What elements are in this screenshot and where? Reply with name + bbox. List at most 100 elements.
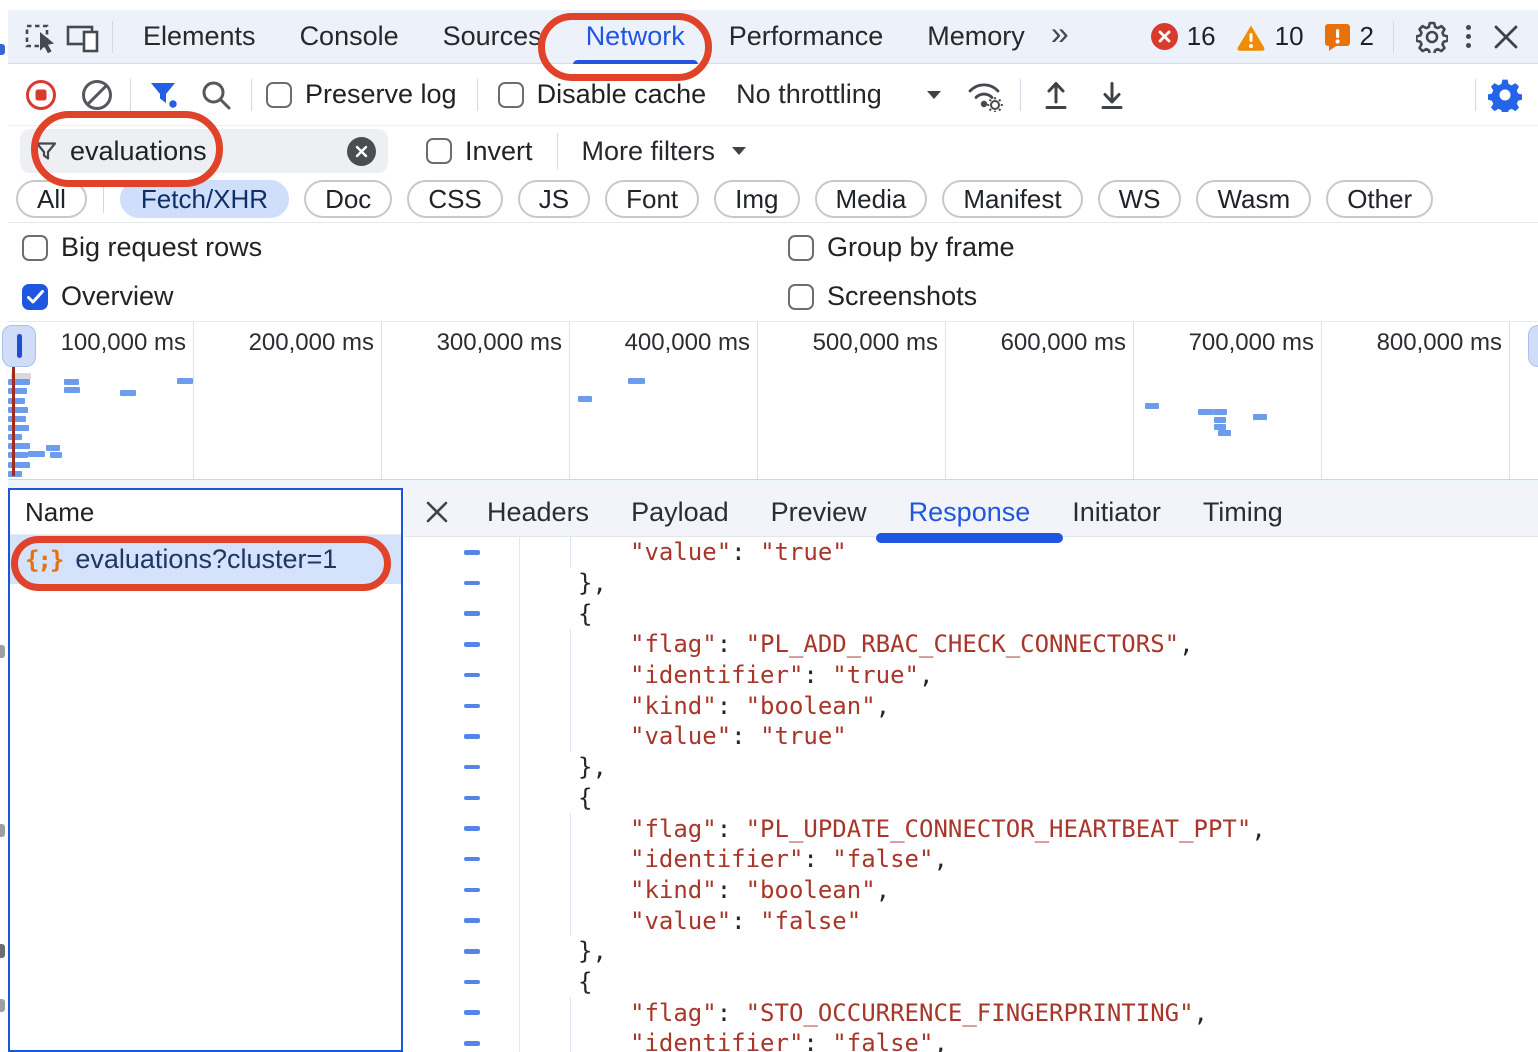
clear-filter-icon[interactable] bbox=[347, 137, 376, 166]
fold-marker-icon[interactable] bbox=[464, 734, 480, 739]
filter-chip-js[interactable]: JS bbox=[518, 180, 590, 218]
disable-cache-checkbox[interactable] bbox=[498, 82, 524, 108]
settings-gear-icon[interactable] bbox=[1413, 15, 1451, 59]
fold-marker-icon[interactable] bbox=[464, 765, 480, 770]
code-gutter[interactable] bbox=[404, 905, 520, 936]
code-gutter[interactable] bbox=[404, 752, 520, 783]
fold-marker-icon[interactable] bbox=[464, 980, 480, 985]
code-gutter[interactable] bbox=[404, 629, 520, 660]
detail-tab-timing[interactable]: Timing bbox=[1182, 488, 1304, 537]
fold-marker-icon[interactable] bbox=[464, 642, 480, 647]
detail-tab-initiator[interactable]: Initiator bbox=[1051, 488, 1182, 537]
fold-marker-icon[interactable] bbox=[464, 1010, 480, 1015]
invert-filter-checkbox[interactable] bbox=[426, 138, 452, 164]
fold-marker-icon[interactable] bbox=[464, 949, 480, 954]
overview-left-resize-handle[interactable] bbox=[2, 325, 36, 367]
network-conditions-icon[interactable] bbox=[964, 73, 1006, 117]
code-gutter[interactable] bbox=[404, 537, 520, 568]
preserve-log-checkbox[interactable] bbox=[266, 82, 292, 108]
record-network-log-icon[interactable] bbox=[20, 73, 62, 117]
filter-chip-all[interactable]: All bbox=[16, 180, 87, 218]
tab-memory[interactable]: Memory bbox=[905, 10, 1047, 64]
chevron-down-icon[interactable] bbox=[731, 146, 747, 156]
overview-right-resize-handle[interactable] bbox=[1528, 325, 1538, 367]
response-code-viewer[interactable]: "value": "true"},{"flag": "PL_ADD_RBAC_C… bbox=[404, 537, 1538, 1052]
filter-chip-css[interactable]: CSS bbox=[407, 180, 502, 218]
filter-chip-font[interactable]: Font bbox=[605, 180, 699, 218]
fold-marker-icon[interactable] bbox=[464, 888, 480, 893]
fold-marker-icon[interactable] bbox=[464, 550, 480, 555]
option-checkbox[interactable] bbox=[22, 235, 48, 261]
fold-marker-icon[interactable] bbox=[464, 1041, 480, 1046]
overview-request-bar bbox=[64, 379, 79, 385]
fold-marker-icon[interactable] bbox=[464, 581, 480, 586]
filter-chip-manifest[interactable]: Manifest bbox=[942, 180, 1082, 218]
code-gutter[interactable] bbox=[404, 967, 520, 998]
code-gutter[interactable] bbox=[404, 1028, 520, 1052]
option-checkbox[interactable] bbox=[788, 235, 814, 261]
code-gutter[interactable] bbox=[404, 813, 520, 844]
code-gutter[interactable] bbox=[404, 568, 520, 599]
issues-badge-icon[interactable] bbox=[1324, 23, 1351, 50]
tab-elements[interactable]: Elements bbox=[121, 10, 278, 64]
code-gutter[interactable] bbox=[404, 875, 520, 906]
code-gutter[interactable] bbox=[404, 844, 520, 875]
filter-input[interactable] bbox=[68, 135, 347, 168]
tab-console[interactable]: Console bbox=[278, 10, 421, 64]
network-settings-gear-icon[interactable] bbox=[1484, 73, 1526, 117]
detail-tab-headers[interactable]: Headers bbox=[466, 488, 610, 537]
tab-performance[interactable]: Performance bbox=[707, 10, 906, 64]
detail-tab-payload[interactable]: Payload bbox=[610, 488, 750, 537]
clear-network-log-icon[interactable] bbox=[76, 73, 118, 117]
more-filters-button[interactable]: More filters bbox=[582, 136, 716, 167]
filter-chip-media[interactable]: Media bbox=[815, 180, 928, 218]
name-column-header[interactable]: Name bbox=[10, 490, 401, 535]
tab-network[interactable]: Network bbox=[564, 10, 707, 64]
filter-funnel-icon[interactable] bbox=[143, 73, 185, 117]
filter-chip-doc[interactable]: Doc bbox=[304, 180, 392, 218]
kebab-menu-icon[interactable] bbox=[1460, 25, 1477, 48]
filter-input-container[interactable] bbox=[20, 129, 388, 173]
detail-tab-response[interactable]: Response bbox=[888, 488, 1052, 537]
fold-marker-icon[interactable] bbox=[464, 857, 480, 862]
filter-chip-wasm[interactable]: Wasm bbox=[1196, 180, 1311, 218]
filter-chip-ws[interactable]: WS bbox=[1098, 180, 1182, 218]
chip-label: All bbox=[37, 184, 66, 215]
page-edge-fragment bbox=[0, 944, 5, 958]
warning-badge-icon[interactable] bbox=[1236, 23, 1266, 51]
fold-marker-icon[interactable] bbox=[464, 704, 480, 709]
network-overview-timeline[interactable]: 100,000 ms200,000 ms300,000 ms400,000 ms… bbox=[8, 322, 1538, 479]
search-icon[interactable] bbox=[195, 73, 237, 117]
code-gutter[interactable] bbox=[404, 783, 520, 814]
code-gutter[interactable] bbox=[404, 598, 520, 629]
tab-sources[interactable]: Sources bbox=[421, 10, 564, 64]
throttling-select[interactable]: No throttling bbox=[736, 79, 882, 110]
chevron-down-icon[interactable] bbox=[926, 90, 942, 100]
code-gutter[interactable] bbox=[404, 690, 520, 721]
import-har-icon[interactable] bbox=[1035, 73, 1077, 117]
code-gutter[interactable] bbox=[404, 936, 520, 967]
code-gutter[interactable] bbox=[404, 721, 520, 752]
code-gutter[interactable] bbox=[404, 997, 520, 1028]
export-har-icon[interactable] bbox=[1091, 73, 1133, 117]
filter-chip-fetchxhr[interactable]: Fetch/XHR bbox=[120, 180, 289, 218]
overview-tick-label: 100,000 ms bbox=[61, 329, 186, 357]
filter-chip-other[interactable]: Other bbox=[1326, 180, 1433, 218]
option-checkbox[interactable] bbox=[788, 284, 814, 310]
option-checkbox[interactable] bbox=[22, 284, 48, 310]
detail-tab-preview[interactable]: Preview bbox=[750, 488, 888, 537]
fold-marker-icon[interactable] bbox=[464, 826, 480, 831]
fold-marker-icon[interactable] bbox=[464, 611, 480, 616]
inspect-element-button[interactable] bbox=[20, 15, 62, 59]
code-gutter[interactable] bbox=[404, 660, 520, 691]
fold-marker-icon[interactable] bbox=[464, 796, 480, 801]
close-devtools-icon[interactable] bbox=[1486, 15, 1526, 59]
device-toolbar-button[interactable] bbox=[62, 15, 104, 59]
error-badge-icon[interactable] bbox=[1151, 23, 1178, 50]
request-row[interactable]: {;}evaluations?cluster=1 bbox=[10, 535, 401, 584]
fold-marker-icon[interactable] bbox=[464, 918, 480, 923]
fold-marker-icon[interactable] bbox=[464, 673, 480, 678]
more-tabs-button[interactable]: » bbox=[1047, 15, 1079, 58]
filter-chip-img[interactable]: Img bbox=[714, 180, 799, 218]
close-detail-icon[interactable] bbox=[420, 490, 454, 534]
